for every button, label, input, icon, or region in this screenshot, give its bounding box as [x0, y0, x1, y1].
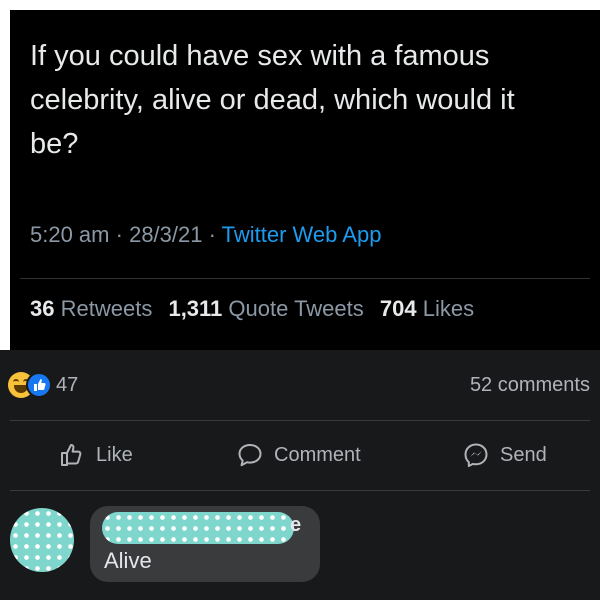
comment-label: Comment — [274, 443, 361, 466]
tweet-source-link[interactable]: Twitter Web App — [222, 222, 382, 247]
quote-tweets-label: Quote Tweets — [228, 296, 364, 321]
tweet-meta: 5:20 am · 28/3/21 · Twitter Web App — [30, 222, 381, 248]
haha-eye — [13, 379, 19, 384]
tweet-date[interactable]: 28/3/21 — [129, 222, 202, 247]
comment-button[interactable]: Comment — [236, 440, 361, 470]
commenter-name-redacted[interactable] — [102, 512, 294, 544]
meta-separator: · — [115, 222, 130, 247]
retweets-stat[interactable]: 36 Retweets — [30, 296, 152, 321]
reaction-count[interactable]: 47 — [56, 374, 78, 397]
retweets-label: Retweets — [60, 296, 153, 321]
like-label: Like — [96, 443, 133, 466]
send-label: Send — [500, 443, 547, 466]
likes-label: Likes — [422, 296, 475, 321]
send-button[interactable]: Send — [462, 440, 547, 470]
quote-tweets-stat[interactable]: 1,311 Quote Tweets — [168, 296, 363, 321]
retweets-count: 36 — [30, 296, 55, 321]
tweet-stats: 36 Retweets 1,311 Quote Tweets 704 Likes — [30, 296, 484, 322]
divider — [10, 490, 590, 491]
thumbs-up-icon — [61, 444, 82, 466]
messenger-icon — [464, 443, 488, 467]
divider — [20, 278, 590, 279]
thumbs-up-icon — [34, 379, 46, 391]
comment-bubble-icon — [238, 444, 262, 467]
like-reaction-icon — [26, 372, 52, 398]
tweet-text: If you could have sex with a famous cele… — [30, 40, 515, 160]
likes-stat[interactable]: 704 Likes — [380, 296, 474, 321]
tweet-card: If you could have sex with a famous cele… — [10, 10, 600, 350]
comment-bubble: e Alive — [90, 506, 320, 582]
divider — [10, 420, 590, 421]
comment-text: Alive — [104, 548, 152, 573]
facebook-post-footer: 47 52 comments Like Comment Send e Alive — [0, 350, 600, 600]
quote-tweets-count: 1,311 — [168, 296, 223, 321]
tweet-time[interactable]: 5:20 am — [30, 222, 110, 247]
like-button[interactable]: Like — [58, 440, 133, 470]
commenter-name-visible-part: e — [290, 514, 302, 536]
likes-count: 704 — [379, 296, 417, 321]
commenter-avatar-redacted[interactable] — [10, 508, 74, 572]
meta-separator: · — [208, 222, 222, 247]
comments-count[interactable]: 52 comments — [470, 374, 590, 397]
